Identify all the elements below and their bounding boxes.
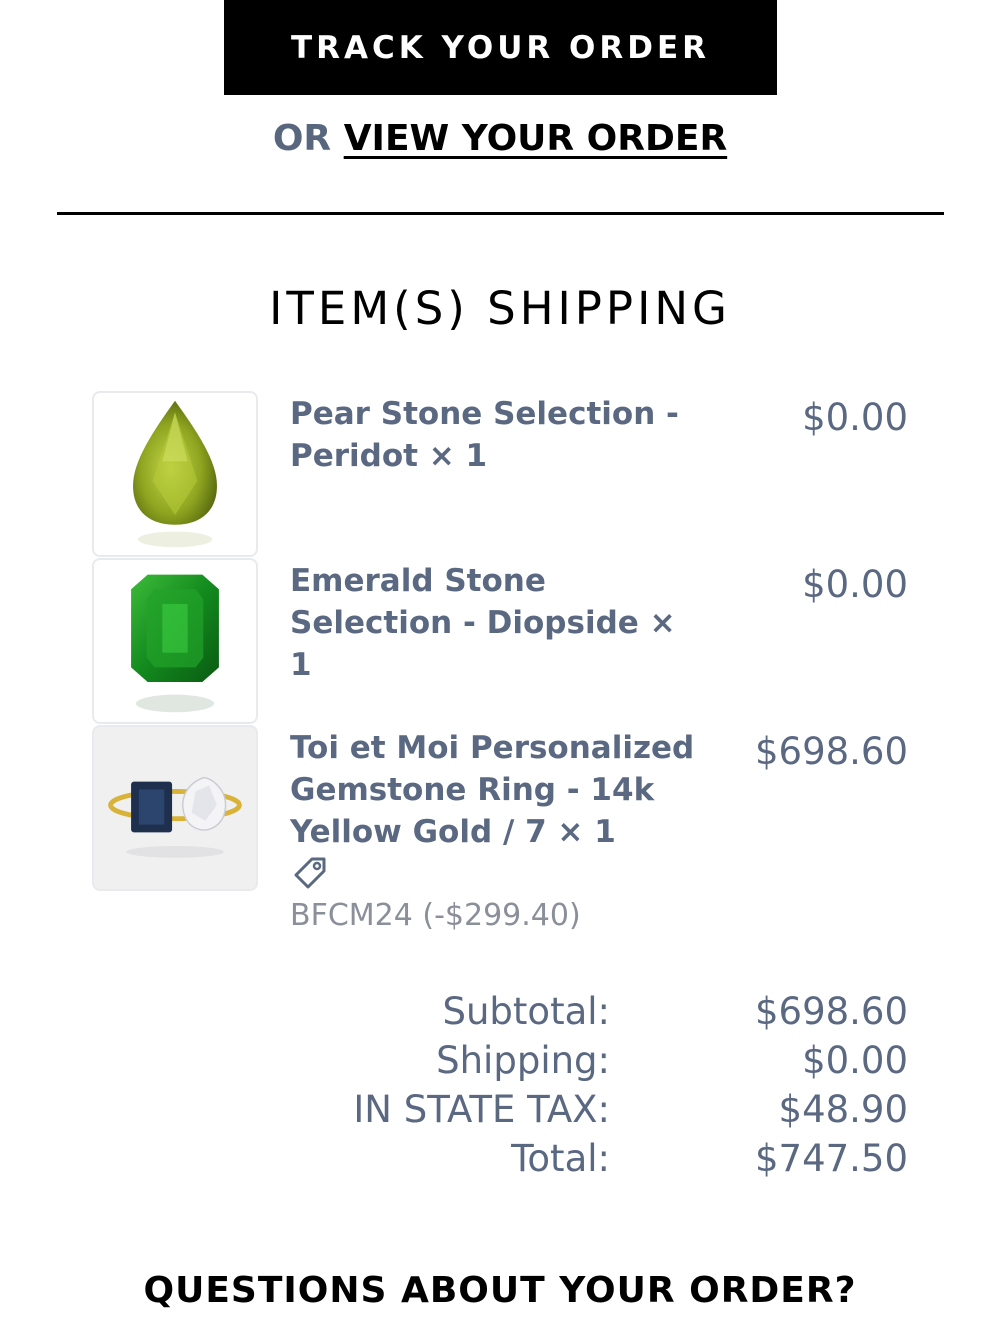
total-label: Total: xyxy=(511,1137,610,1180)
item-name-diopside: Emerald Stone Selection - Diopside × 1 xyxy=(290,563,676,683)
item-name-peridot: Pear Stone Selection - Peridot × 1 xyxy=(290,396,679,474)
diopside-emerald-gem-icon xyxy=(92,558,258,724)
questions-heading: QUESTIONS ABOUT YOUR ORDER? xyxy=(143,1270,857,1311)
tax-value: $48.90 xyxy=(778,1088,908,1131)
shipping-label: Shipping: xyxy=(436,1039,610,1082)
subtotal-value: $698.60 xyxy=(754,990,908,1033)
section-title: ITEM(S) SHIPPING xyxy=(269,282,731,335)
view-your-order-link[interactable]: VIEW YOUR ORDER xyxy=(344,118,727,159)
subtotal-label: Subtotal: xyxy=(442,990,611,1033)
item-price-diopside: $0.00 xyxy=(802,563,908,606)
discount-code: BFCM24 (-$299.40) xyxy=(290,898,581,933)
toi-et-moi-ring-icon xyxy=(92,725,258,891)
total-value: $747.50 xyxy=(754,1137,908,1180)
view-order-line: OR VIEW YOUR ORDER xyxy=(0,118,1000,159)
divider xyxy=(57,212,944,215)
item-price-ring: $698.60 xyxy=(754,730,908,773)
tax-label: IN STATE TAX: xyxy=(353,1088,610,1131)
item-name-ring: Toi et Moi Personalized Gemstone Ring - … xyxy=(290,730,695,850)
track-your-order-button[interactable]: TRACK YOUR ORDER xyxy=(224,0,777,95)
item-price-peridot: $0.00 xyxy=(802,396,908,439)
tag-icon xyxy=(294,857,326,889)
shipping-value: $0.00 xyxy=(802,1039,908,1082)
peridot-pear-gem-icon xyxy=(92,391,258,557)
or-text: OR xyxy=(272,118,332,159)
